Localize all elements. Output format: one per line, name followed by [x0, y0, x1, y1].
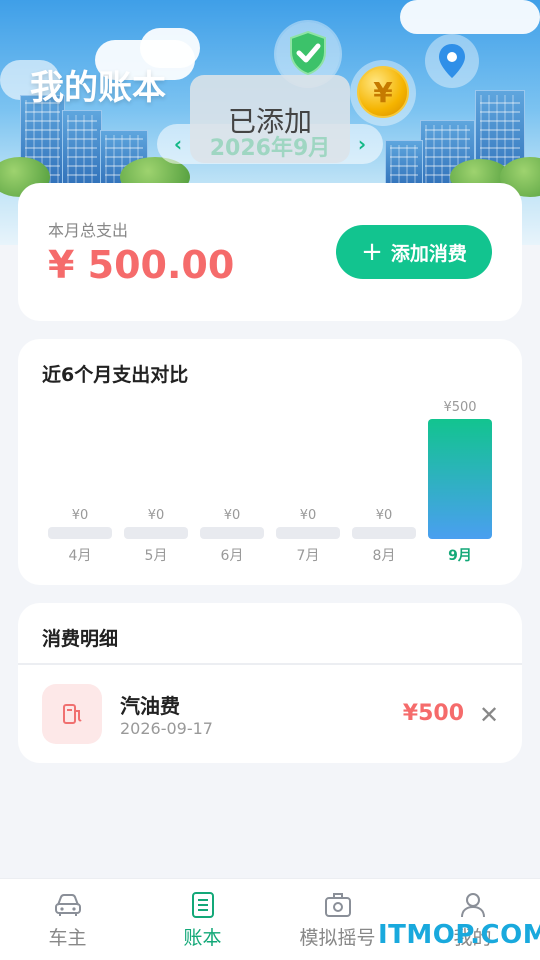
chart-bar — [276, 527, 340, 539]
bar-value-label: ¥0 — [72, 508, 89, 523]
bar-value-label: ¥0 — [300, 508, 317, 523]
bar-value-label: ¥0 — [376, 508, 393, 523]
divider — [18, 663, 522, 665]
detail-card: 消费明细 汽油费 2026-09-17 ¥500 ✕ — [18, 603, 522, 763]
bar-category-label: 5月 — [145, 548, 168, 564]
nav-item-owner[interactable]: 车主 — [0, 879, 135, 960]
bar-category-label: 6月 — [221, 548, 244, 564]
chart-bar — [48, 527, 112, 539]
cloud — [400, 0, 540, 34]
nav-label: 车主 — [48, 927, 87, 949]
close-icon[interactable]: ✕ — [476, 701, 502, 729]
bar-value-label: ¥0 — [224, 508, 241, 523]
total-expense-value: ¥ 500.00 — [48, 243, 235, 287]
ledger-icon — [192, 892, 214, 918]
bar-category-label: 4月 — [69, 548, 92, 564]
location-pin-icon — [425, 34, 479, 88]
expense-name: 汽油费 — [120, 694, 180, 718]
bar-value-label: ¥0 — [148, 508, 165, 523]
bar-category-label: 9月 — [448, 548, 472, 564]
nav-item-ledger[interactable]: 账本 — [135, 879, 270, 960]
user-icon — [461, 893, 485, 918]
expense-date: 2026-09-17 — [120, 719, 213, 738]
chart-bar — [200, 527, 264, 539]
nav-label: 账本 — [183, 927, 222, 949]
add-expense-button[interactable]: + 添加消费 — [336, 225, 492, 279]
chevron-right-icon[interactable]: › — [352, 132, 372, 156]
car-icon — [55, 894, 81, 916]
chart-bar — [352, 527, 416, 539]
chart-bar — [124, 527, 188, 539]
total-expense-label: 本月总支出 — [48, 221, 129, 240]
detail-title: 消费明细 — [42, 628, 119, 650]
current-month: 2026年9月 — [209, 136, 331, 161]
expense-amount: ¥500 — [402, 701, 464, 726]
bar-value-label: ¥500 — [443, 400, 476, 415]
summary-card: 本月总支出 ¥ 500.00 + 添加消费 — [18, 183, 522, 321]
bar-category-label: 8月 — [373, 548, 396, 564]
plus-icon: + — [361, 237, 383, 267]
bar-chart: ¥0 4月 ¥0 5月 ¥0 6月 ¥0 7月 ¥0 8月 ¥500 9月 — [48, 400, 492, 564]
fuel-icon — [42, 684, 102, 744]
lottery-icon — [325, 893, 351, 917]
watermark: ITMOP.COM — [378, 920, 540, 950]
bar-category-label: 7月 — [297, 548, 320, 564]
add-expense-label: 添加消费 — [390, 242, 467, 265]
chart-bar — [428, 419, 492, 539]
chart-card: 近6个月支出对比 ¥0 4月 ¥0 5月 ¥0 6月 ¥0 7月 ¥0 8月 ¥500 9月 — [18, 339, 522, 585]
